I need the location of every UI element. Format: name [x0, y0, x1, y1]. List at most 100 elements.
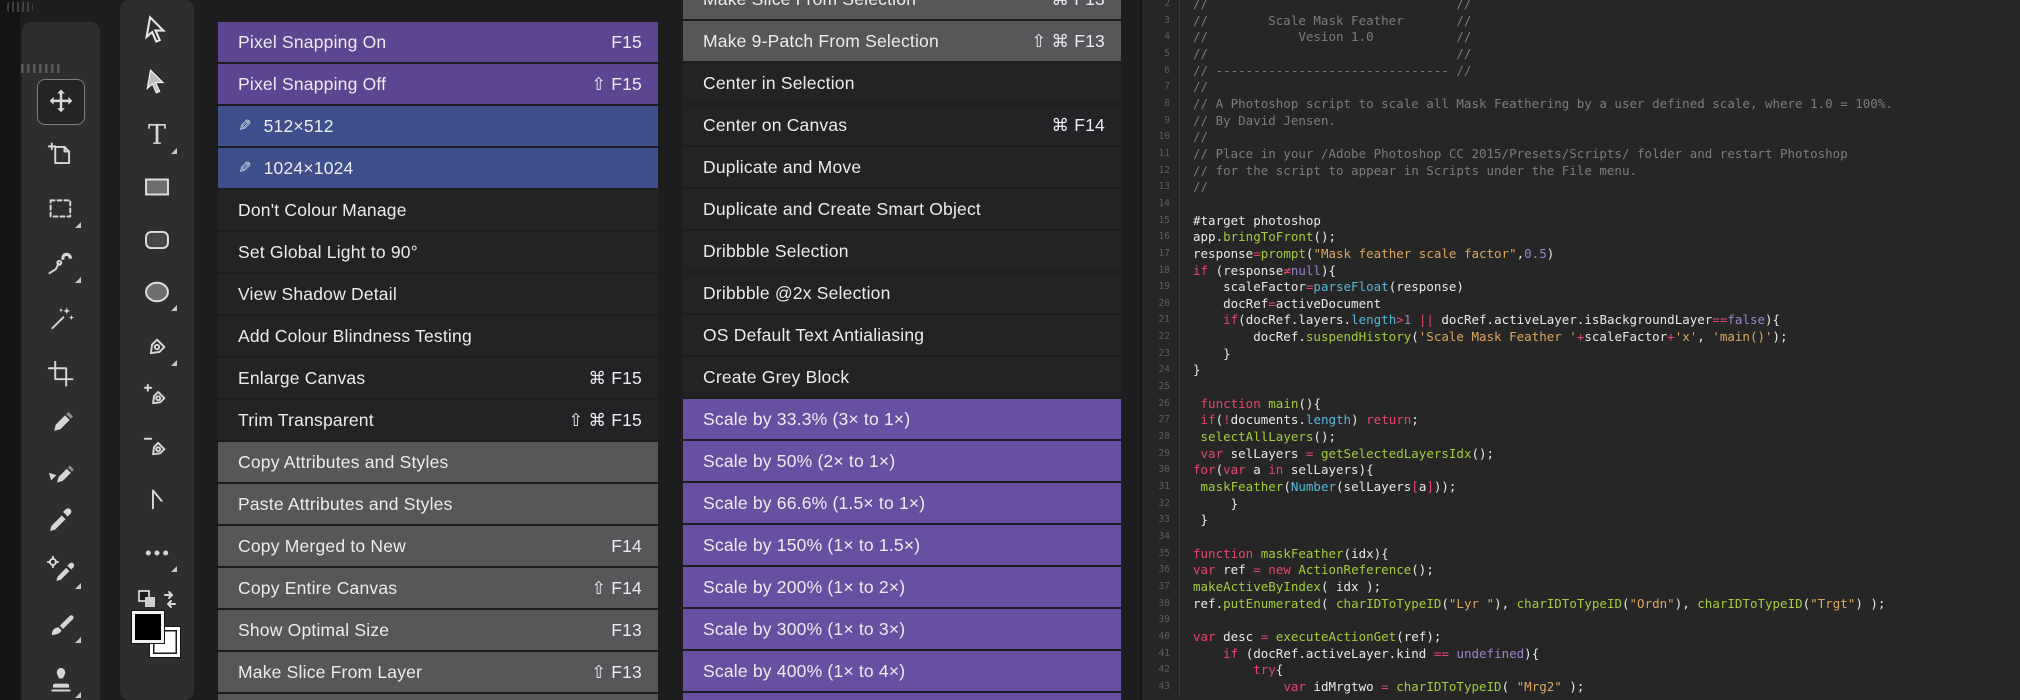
tool-select-outline[interactable] [134, 8, 180, 52]
code-text: for(var a in selLayers){ [1179, 462, 2020, 480]
tool-magnetic-lasso[interactable] [38, 242, 84, 286]
tool-artboard[interactable] [38, 133, 84, 177]
code-line: 30 for(var a in selLayers){ [1142, 462, 2020, 480]
code-line: 11 // Place in your /Adobe Photoshop CC 2… [1142, 145, 2020, 163]
menu-item[interactable]: Add Colour Blindness Testing [218, 316, 658, 356]
code-text: docRef=activeDocument [1179, 295, 2020, 313]
line-number: 28 [1158, 431, 1170, 443]
code-editor[interactable]: 2 // // 3 // Scale Mask Feather // 4 // Vesio… [1140, 0, 2020, 700]
menu-item[interactable]: Paste Attributes and Styles [218, 484, 658, 524]
menu-item[interactable]: Scale by 300% (1× to 3×) [683, 609, 1121, 649]
tool-magic-wand[interactable] [38, 297, 84, 341]
code-line: 23 } [1142, 345, 2020, 363]
menu-item[interactable]: ✎ 1024×1024 [218, 148, 658, 188]
code-line: 42 try{ [1142, 662, 2020, 679]
menu-item[interactable]: Show Optimal Size F13 [218, 610, 658, 650]
menu-item[interactable] [683, 693, 1121, 700]
menu-item-label: Don't Colour Manage [238, 199, 407, 220]
menu-item-label: Scale by 200% (1× to 2×) [703, 576, 906, 597]
code-lines: 2 // // 3 // Scale Mask Feather // 4 // Vesio… [1142, 0, 2020, 696]
tool-stamp[interactable] [38, 657, 84, 700]
menu-item[interactable]: Scale by 50% (2× to 1×) [683, 441, 1121, 481]
code-line: 17 response=prompt("Mask feather scale fa… [1142, 245, 2020, 263]
menu-item-shortcut: F15 [611, 31, 642, 52]
crop-icon [46, 359, 76, 389]
line-number: 9 [1164, 114, 1170, 126]
menu-item[interactable]: Scale by 150% (1× to 1.5×) [683, 525, 1121, 565]
flyout-triangle-icon [171, 360, 177, 366]
tool-rectangle[interactable] [134, 165, 180, 209]
menu-item[interactable]: ✎ 512×512 [218, 106, 658, 146]
flyout-triangle-icon [75, 222, 81, 228]
menu-item[interactable]: Pixel Snapping Off ⇧ F15 [218, 64, 658, 104]
artboard-icon [46, 140, 76, 170]
menu-item[interactable]: Trim Transparent ⇧ ⌘ F15 [218, 400, 658, 440]
menu-item[interactable] [218, 694, 658, 700]
menu-item-label: Enlarge Canvas [238, 367, 366, 388]
tool-mixer-brush[interactable] [38, 452, 84, 496]
menu-item[interactable]: View Shadow Detail [218, 274, 658, 314]
code-text: // A Photoshop script to scale all Mask … [1179, 95, 2020, 113]
menu-item-label: Add Colour Blindness Testing [238, 325, 472, 346]
tool-ellipse[interactable] [134, 270, 180, 314]
menu-item-label: Pixel Snapping Off [238, 73, 387, 94]
menu-item[interactable]: Scale by 200% (1× to 2×) [683, 567, 1121, 607]
menu-item[interactable]: Duplicate and Move [683, 147, 1121, 187]
menu-item[interactable]: Make Slice From Selection ⌘ F13 [683, 0, 1121, 19]
tool-convert-point[interactable] [134, 476, 180, 520]
menu-item-label: 1024×1024 [263, 157, 354, 178]
menu-item[interactable]: Duplicate and Create Smart Object [683, 189, 1121, 229]
menu-item[interactable]: Scale by 33.3% (3× to 1×) [683, 399, 1121, 439]
tool-move[interactable] [37, 79, 85, 125]
tool-type[interactable]: T [134, 113, 180, 157]
menu-item[interactable]: Scale by 66.6% (1.5× to 1×) [683, 483, 1121, 523]
menu-item[interactable]: Make Slice From Layer ⇧ F13 [218, 652, 658, 692]
tool-select-solid[interactable] [134, 60, 180, 104]
menu-item[interactable]: Copy Merged to New F14 [218, 526, 658, 566]
menu-item[interactable]: Scale by 400% (1× to 4×) [683, 651, 1121, 691]
line-number: 31 [1158, 481, 1170, 493]
tool-more[interactable] [134, 531, 180, 575]
menu-item[interactable]: Don't Colour Manage [218, 190, 658, 230]
menu-item[interactable]: Make 9-Patch From Selection ⇧ ⌘ F13 [683, 21, 1121, 61]
code-line: 28 selectAllLayers(); [1142, 429, 2020, 446]
menu-item[interactable]: Dribbble @2x Selection [683, 273, 1121, 313]
menu-item[interactable]: OS Default Text Antialiasing [683, 315, 1121, 355]
flyout-triangle-icon [75, 692, 81, 698]
menu-item-shortcut: ⌘ F13 [1051, 0, 1105, 10]
tool-marquee[interactable] [38, 187, 84, 231]
line-number: 33 [1158, 514, 1170, 526]
tool-add-anchor[interactable] [134, 375, 180, 419]
foreground-color-swatch[interactable] [131, 610, 165, 644]
menu-item[interactable]: Enlarge Canvas ⌘ F15 [218, 358, 658, 398]
menu-item[interactable]: Copy Attributes and Styles [218, 442, 658, 482]
line-number: 40 [1158, 630, 1170, 642]
tool-healing-brush[interactable] [38, 402, 84, 446]
tool-color-sampler[interactable] [38, 548, 84, 592]
tool-rounded-rectangle[interactable] [134, 218, 180, 262]
corner-grip [7, 2, 33, 12]
code-line: 14 [1142, 195, 2020, 213]
tool-eyedropper[interactable] [38, 498, 84, 542]
line-number: 15 [1158, 214, 1170, 226]
line-number: 3 [1164, 14, 1170, 26]
line-number: 26 [1158, 397, 1170, 409]
menu-item[interactable]: Copy Entire Canvas ⇧ F14 [218, 568, 658, 608]
rounded-rectangle-icon [141, 225, 173, 255]
code-text: docRef.suspendHistory('Scale Mask Feathe… [1179, 329, 2020, 346]
menu-item[interactable]: Create Grey Block [683, 357, 1121, 397]
menu-item[interactable]: Pixel Snapping On F15 [218, 22, 658, 62]
foreground-background-swatches[interactable] [131, 610, 181, 658]
code-text: // Scale Mask Feather // [1179, 12, 2020, 30]
menu-item[interactable]: Dribbble Selection [683, 231, 1121, 271]
menu-item[interactable]: Center in Selection [683, 63, 1121, 103]
menu-item[interactable]: Set Global Light to 90° [218, 232, 658, 272]
code-line: 41 if (docRef.activeLayer.kind == undefi… [1142, 645, 2020, 663]
tool-pen[interactable] [134, 325, 180, 369]
tool-crop[interactable] [38, 352, 84, 396]
line-number: 38 [1158, 597, 1170, 609]
tool-paintbrush[interactable] [38, 602, 84, 646]
menu-item[interactable]: Center on Canvas ⌘ F14 [683, 105, 1121, 145]
code-line: 39 [1142, 612, 2020, 629]
tool-delete-anchor[interactable] [134, 426, 180, 470]
